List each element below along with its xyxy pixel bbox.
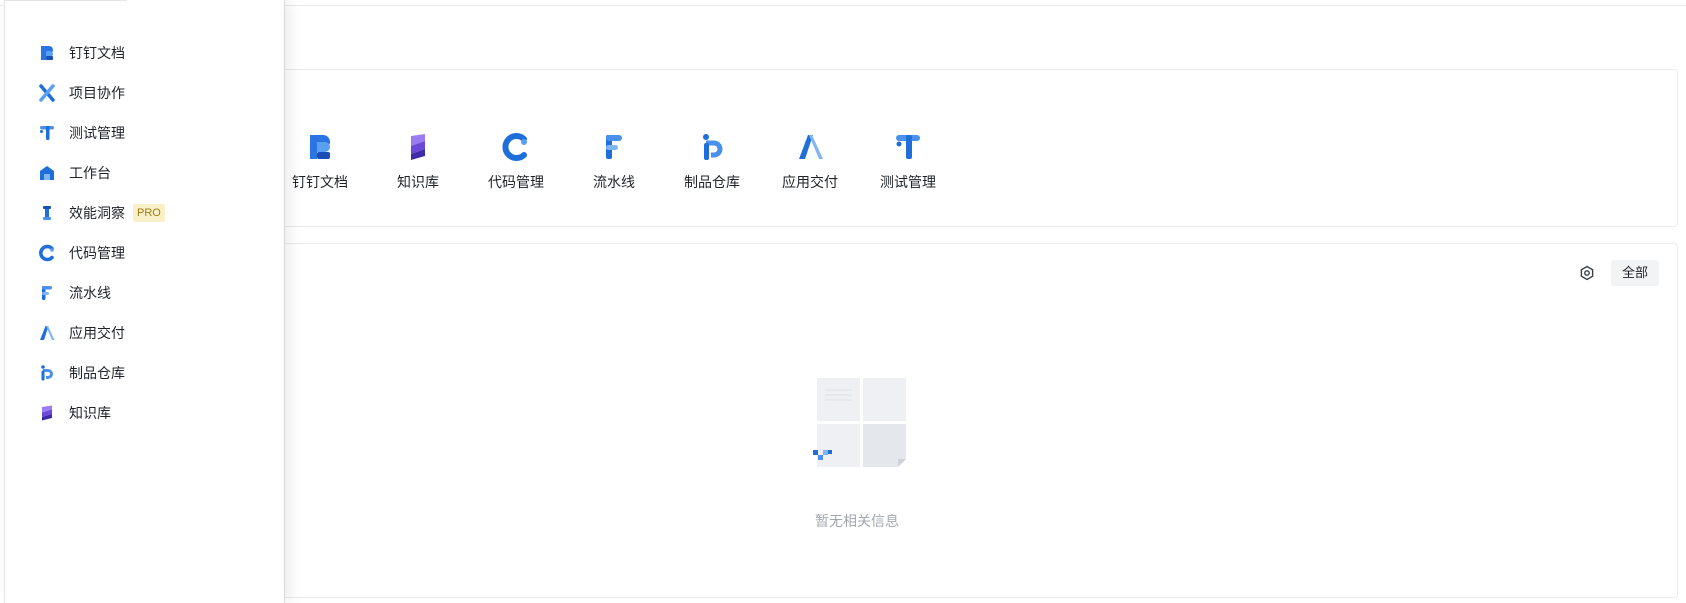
empty-state-illustration bbox=[813, 378, 906, 467]
test-management-icon bbox=[40, 126, 54, 140]
project-collab-icon bbox=[39, 84, 55, 102]
sidebar-item-app-delivery[interactable]: 应用交付 bbox=[5, 313, 285, 353]
sidebar-item-label: 项目协作 bbox=[69, 85, 125, 101]
app-switcher-sidebar: 钉钉文档 项目协作 测试管理 工作台 效能洞察 PRO 代码管理 流水线 应用交… bbox=[4, 0, 284, 603]
app-tile-knowledge-base[interactable]: 知识库 bbox=[369, 130, 467, 210]
app-tile-label: 测试管理 bbox=[880, 174, 936, 190]
insight-icon bbox=[43, 206, 51, 220]
app-delivery-icon bbox=[799, 135, 823, 159]
sidebar-item-project-collab[interactable]: 项目协作 bbox=[5, 73, 285, 113]
app-tile-dingtalk-docs[interactable]: 钉钉文档 bbox=[271, 130, 369, 210]
knowledge-base-icon bbox=[42, 405, 52, 421]
apps-card: 钉钉文档 知识库 代码管理 流水线 制品仓库 应用交付 测试管理 bbox=[270, 69, 1678, 227]
sidebar-item-artifact-repo[interactable]: 制品仓库 bbox=[5, 353, 285, 393]
artifact-repo-icon bbox=[41, 365, 53, 381]
app-tile-label: 应用交付 bbox=[782, 174, 838, 190]
sidebar-item-insight[interactable]: 效能洞察 PRO bbox=[5, 193, 285, 233]
app-tile-label: 钉钉文档 bbox=[292, 174, 348, 190]
dingtalk-docs-icon bbox=[41, 46, 53, 60]
sidebar-item-label: 工作台 bbox=[69, 165, 111, 181]
pipeline-icon bbox=[42, 286, 52, 300]
empty-state-text: 暂无相关信息 bbox=[815, 513, 899, 529]
app-tile-label: 流水线 bbox=[593, 174, 635, 190]
sidebar-item-knowledge-base[interactable]: 知识库 bbox=[5, 393, 285, 433]
info-card: 全部 暂无相关信息 bbox=[270, 243, 1678, 598]
app-tile-label: 代码管理 bbox=[488, 174, 544, 190]
info-card-actions: 全部 bbox=[1575, 260, 1659, 286]
knowledge-base-icon bbox=[411, 134, 425, 160]
test-management-icon bbox=[896, 135, 920, 159]
sidebar-item-label: 流水线 bbox=[69, 285, 111, 301]
sidebar-item-pipeline[interactable]: 流水线 bbox=[5, 273, 285, 313]
app-grid: 钉钉文档 知识库 代码管理 流水线 制品仓库 应用交付 测试管理 bbox=[271, 130, 957, 210]
sidebar-item-label: 应用交付 bbox=[69, 325, 125, 341]
sidebar-item-label: 效能洞察 bbox=[69, 205, 125, 221]
artifact-repo-icon bbox=[703, 134, 723, 160]
app-tile-artifact-repo[interactable]: 制品仓库 bbox=[663, 130, 761, 210]
settings-button[interactable] bbox=[1575, 261, 1599, 285]
app-tile-pipeline[interactable]: 流水线 bbox=[565, 130, 663, 210]
pro-badge: PRO bbox=[133, 204, 165, 222]
sidebar-item-label: 制品仓库 bbox=[69, 365, 125, 381]
code-management-icon bbox=[502, 133, 527, 161]
workbench-icon bbox=[40, 166, 54, 180]
app-delivery-icon bbox=[40, 326, 55, 340]
empty-state: 暂无相关信息 bbox=[805, 378, 909, 531]
pipeline-icon bbox=[606, 135, 622, 159]
sidebar-item-label: 代码管理 bbox=[69, 245, 125, 261]
dingtalk-docs-icon bbox=[310, 135, 330, 159]
sidebar-item-label: 钉钉文档 bbox=[69, 45, 125, 61]
sidebar-menu: 钉钉文档 项目协作 测试管理 工作台 效能洞察 PRO 代码管理 流水线 应用交… bbox=[5, 33, 285, 433]
app-tile-label: 制品仓库 bbox=[684, 174, 740, 190]
app-tile-app-delivery[interactable]: 应用交付 bbox=[761, 130, 859, 210]
sidebar-top-divider bbox=[5, 0, 127, 1]
app-tile-label: 知识库 bbox=[397, 174, 439, 190]
app-tile-test-management[interactable]: 测试管理 bbox=[859, 130, 957, 210]
code-management-icon bbox=[39, 244, 54, 262]
settings-hex-icon bbox=[1580, 265, 1594, 281]
filter-all-button[interactable]: 全部 bbox=[1610, 260, 1659, 286]
app-tile-code-management[interactable]: 代码管理 bbox=[467, 130, 565, 210]
sidebar-item-label: 知识库 bbox=[69, 405, 111, 421]
sidebar-item-dingtalk-docs[interactable]: 钉钉文档 bbox=[5, 33, 285, 73]
sidebar-item-workbench[interactable]: 工作台 bbox=[5, 153, 285, 193]
sidebar-item-test-management[interactable]: 测试管理 bbox=[5, 113, 285, 153]
sidebar-item-label: 测试管理 bbox=[69, 125, 125, 141]
sidebar-item-code-management[interactable]: 代码管理 bbox=[5, 233, 285, 273]
